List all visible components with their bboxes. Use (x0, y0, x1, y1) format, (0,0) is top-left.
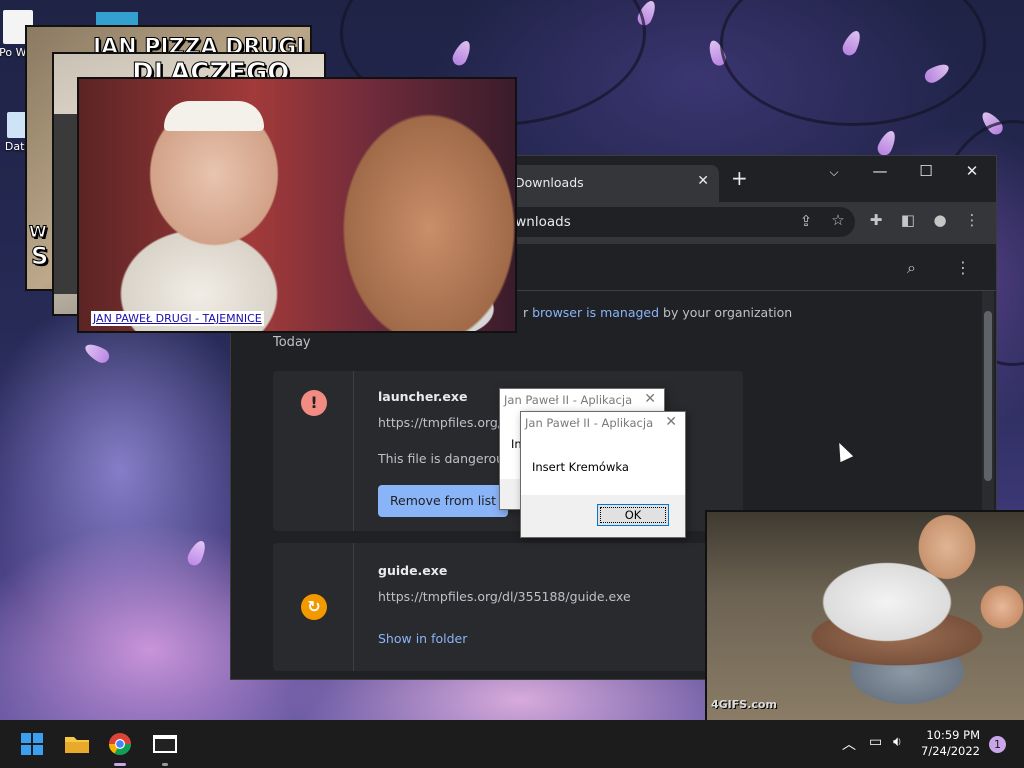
folder-icon (65, 737, 89, 753)
download-item-guide: ↻ guide.exe https://tmpfiles.org/dl/3551… (273, 543, 743, 671)
section-today: Today (273, 335, 311, 350)
network-icon[interactable]: ▭ (869, 734, 882, 750)
taskbar: ︿ ▭ 🔉︎ 10:59 PM 7/24/2022 1 (0, 720, 1024, 768)
chrome-taskbar-button[interactable] (104, 728, 136, 766)
dialog-close-icon[interactable]: ✕ (665, 414, 677, 430)
petal-decoration (875, 128, 899, 158)
zucchetto-cap (164, 101, 264, 131)
clock-time: 10:59 PM (926, 728, 980, 742)
dialog-close-icon[interactable]: ✕ (644, 391, 656, 407)
app-window-button[interactable] (149, 728, 181, 766)
show-in-folder-link[interactable]: Show in folder (378, 631, 467, 646)
tab-close-icon[interactable]: ✕ (697, 173, 709, 189)
scrollbar-thumb[interactable] (984, 311, 992, 481)
managed-suffix: by your organization (659, 305, 793, 320)
tab-search-icon[interactable]: ⌵ (819, 165, 849, 180)
minimize-button[interactable]: — (865, 162, 895, 180)
start-button[interactable] (16, 728, 48, 760)
new-tab-button[interactable]: + (731, 168, 748, 188)
meme-text-w: W (29, 222, 48, 242)
show-hidden-icons-chevron-icon[interactable]: ︿ (842, 734, 856, 754)
danger-warning: This file is dangerous (378, 451, 511, 466)
system-clock[interactable]: 10:59 PM 7/24/2022 (921, 727, 980, 759)
managed-link[interactable]: browser is managed (532, 305, 659, 320)
branch-decoration (720, 0, 986, 126)
message-dialog[interactable]: Jan Paweł II - Aplikacja ✕ Insert Kremów… (520, 411, 686, 538)
dialog-footer: OK (521, 495, 685, 537)
windows-logo-icon (21, 733, 43, 755)
file-url[interactable]: https://tmpfiles.org/d (378, 415, 510, 430)
profile-icon[interactable]: ● (929, 211, 951, 229)
remove-from-list-button[interactable]: Remove from list (378, 485, 508, 517)
file-name[interactable]: launcher.exe (378, 389, 467, 404)
petal-decoration (185, 538, 209, 568)
bookmark-star-icon[interactable]: ☆ (827, 211, 849, 229)
tab-title: Downloads (515, 175, 584, 190)
window-app-icon (153, 735, 177, 753)
tab-downloads[interactable]: Downloads ✕ (507, 165, 719, 202)
dialog-title: Jan Paweł II - Aplikacja (525, 416, 654, 430)
volume-icon[interactable]: 🔉︎ (893, 734, 902, 750)
petal-decoration (82, 340, 112, 366)
pope-caption-link[interactable]: JAN PAWEŁ DRUGI - TAJEMNICE (91, 311, 264, 326)
side-panel-icon[interactable]: ◧ (897, 211, 919, 229)
close-window-button[interactable]: ✕ (957, 162, 987, 180)
chrome-menu-icon[interactable]: ⋮ (961, 211, 983, 229)
file-url[interactable]: https://tmpfiles.org/dl/355188/guide.exe (378, 589, 631, 604)
pope-meme-window[interactable]: JAN PAWEŁ DRUGI - TAJEMNICE (77, 77, 517, 333)
running-indicator (162, 763, 168, 766)
file-explorer-button[interactable] (61, 728, 93, 760)
managed-prefix: r (523, 305, 533, 320)
maximize-button[interactable]: ☐ (911, 162, 941, 180)
dialog-message: Insert Kremówka (532, 460, 629, 474)
danger-icon: ! (301, 390, 327, 416)
sync-icon: ↻ (301, 594, 327, 620)
file-name[interactable]: guide.exe (378, 563, 447, 578)
more-options-icon[interactable]: ⋮ (955, 258, 971, 277)
gif-window[interactable]: 4GIFS.com (705, 510, 1024, 722)
notification-badge[interactable]: 1 (989, 736, 1006, 753)
card-divider (353, 371, 354, 531)
meme-text-s: S (30, 242, 49, 271)
search-icon[interactable]: ⌕ (907, 258, 916, 278)
share-icon[interactable]: ⇪ (795, 212, 817, 230)
managed-notice: r browser is managed by your organizatio… (523, 305, 792, 320)
ok-button[interactable]: OK (597, 504, 669, 526)
extensions-icon[interactable]: ✚ (865, 211, 887, 229)
card-divider (353, 543, 354, 671)
chrome-icon (109, 733, 131, 755)
gif-watermark: 4GIFS.com (711, 698, 777, 711)
dialog-title: Jan Paweł II - Aplikacja (504, 393, 633, 407)
active-indicator (114, 763, 126, 766)
clock-date: 7/24/2022 (921, 744, 980, 758)
